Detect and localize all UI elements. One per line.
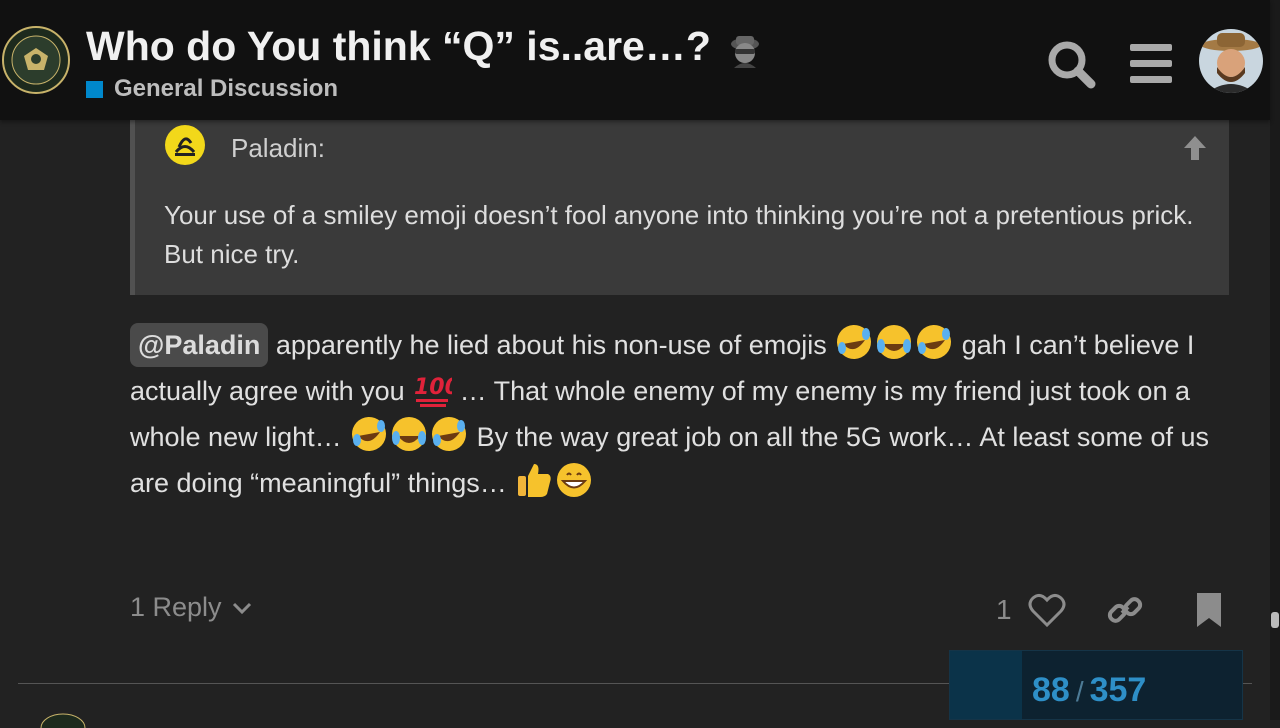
rofl-emoji-icon bbox=[837, 325, 872, 359]
progress-current: 88 bbox=[1032, 671, 1070, 709]
post-text-segment: apparently he lied about his non-use of … bbox=[268, 330, 835, 360]
replies-count-label: 1 Reply bbox=[130, 592, 222, 622]
rofl-emoji-icon bbox=[352, 417, 387, 451]
quoted-user-avatar[interactable] bbox=[165, 125, 205, 165]
quoted-text: Your use of a smiley emoji doesn’t fool … bbox=[164, 200, 1194, 269]
hamburger-menu-icon[interactable] bbox=[1123, 36, 1179, 92]
heart-icon[interactable] bbox=[1027, 590, 1067, 630]
category-color-square bbox=[86, 80, 103, 98]
site-logo[interactable] bbox=[2, 26, 70, 94]
thumbs-up-emoji-icon bbox=[518, 464, 551, 497]
hundred-points-emoji-icon: 100 bbox=[414, 375, 452, 407]
progress-total: 357 bbox=[1089, 671, 1147, 709]
category-label: General Discussion bbox=[114, 75, 339, 102]
grin-emoji-icon bbox=[557, 463, 592, 497]
site-header: Who do You think “Q” is..are…? General D… bbox=[0, 0, 1270, 120]
detective-icon bbox=[731, 36, 760, 69]
svg-text:100: 100 bbox=[414, 375, 452, 400]
topic-progress[interactable]: 88/357 bbox=[949, 650, 1243, 720]
topic-title[interactable]: Who do You think “Q” is..are…? bbox=[86, 23, 764, 70]
next-post-avatar[interactable] bbox=[40, 712, 86, 728]
progress-text: 88/357 bbox=[1032, 671, 1146, 710]
like-count[interactable]: 1 bbox=[996, 594, 1012, 626]
rofl-emoji-icon bbox=[917, 325, 952, 359]
link-icon[interactable] bbox=[1105, 590, 1145, 630]
quoted-username[interactable]: Paladin: bbox=[231, 133, 325, 164]
quoted-post: Paladin: Your use of a smiley emoji does… bbox=[130, 120, 1229, 295]
rofl-emoji-icon bbox=[432, 417, 467, 451]
joy-emoji-icon bbox=[877, 325, 912, 359]
post-content: @Paladin apparently he lied about his no… bbox=[130, 322, 1230, 506]
bookmark-icon[interactable] bbox=[1189, 590, 1229, 630]
search-icon[interactable] bbox=[1043, 36, 1099, 92]
category-badge[interactable]: General Discussion bbox=[86, 75, 338, 103]
chevron-down-icon bbox=[232, 602, 251, 614]
topic-title-text: Who do You think “Q” is..are…? bbox=[86, 23, 711, 69]
progress-separator: / bbox=[1075, 676, 1084, 707]
joy-emoji-icon bbox=[392, 417, 427, 451]
scrollbar-thumb[interactable] bbox=[1271, 612, 1279, 628]
progress-fill bbox=[950, 651, 1022, 719]
replies-toggle-button[interactable]: 1 Reply bbox=[130, 592, 254, 623]
user-avatar[interactable] bbox=[1199, 29, 1263, 93]
arrow-up-icon[interactable] bbox=[1180, 133, 1210, 163]
mention-link[interactable]: @Paladin bbox=[130, 323, 269, 367]
